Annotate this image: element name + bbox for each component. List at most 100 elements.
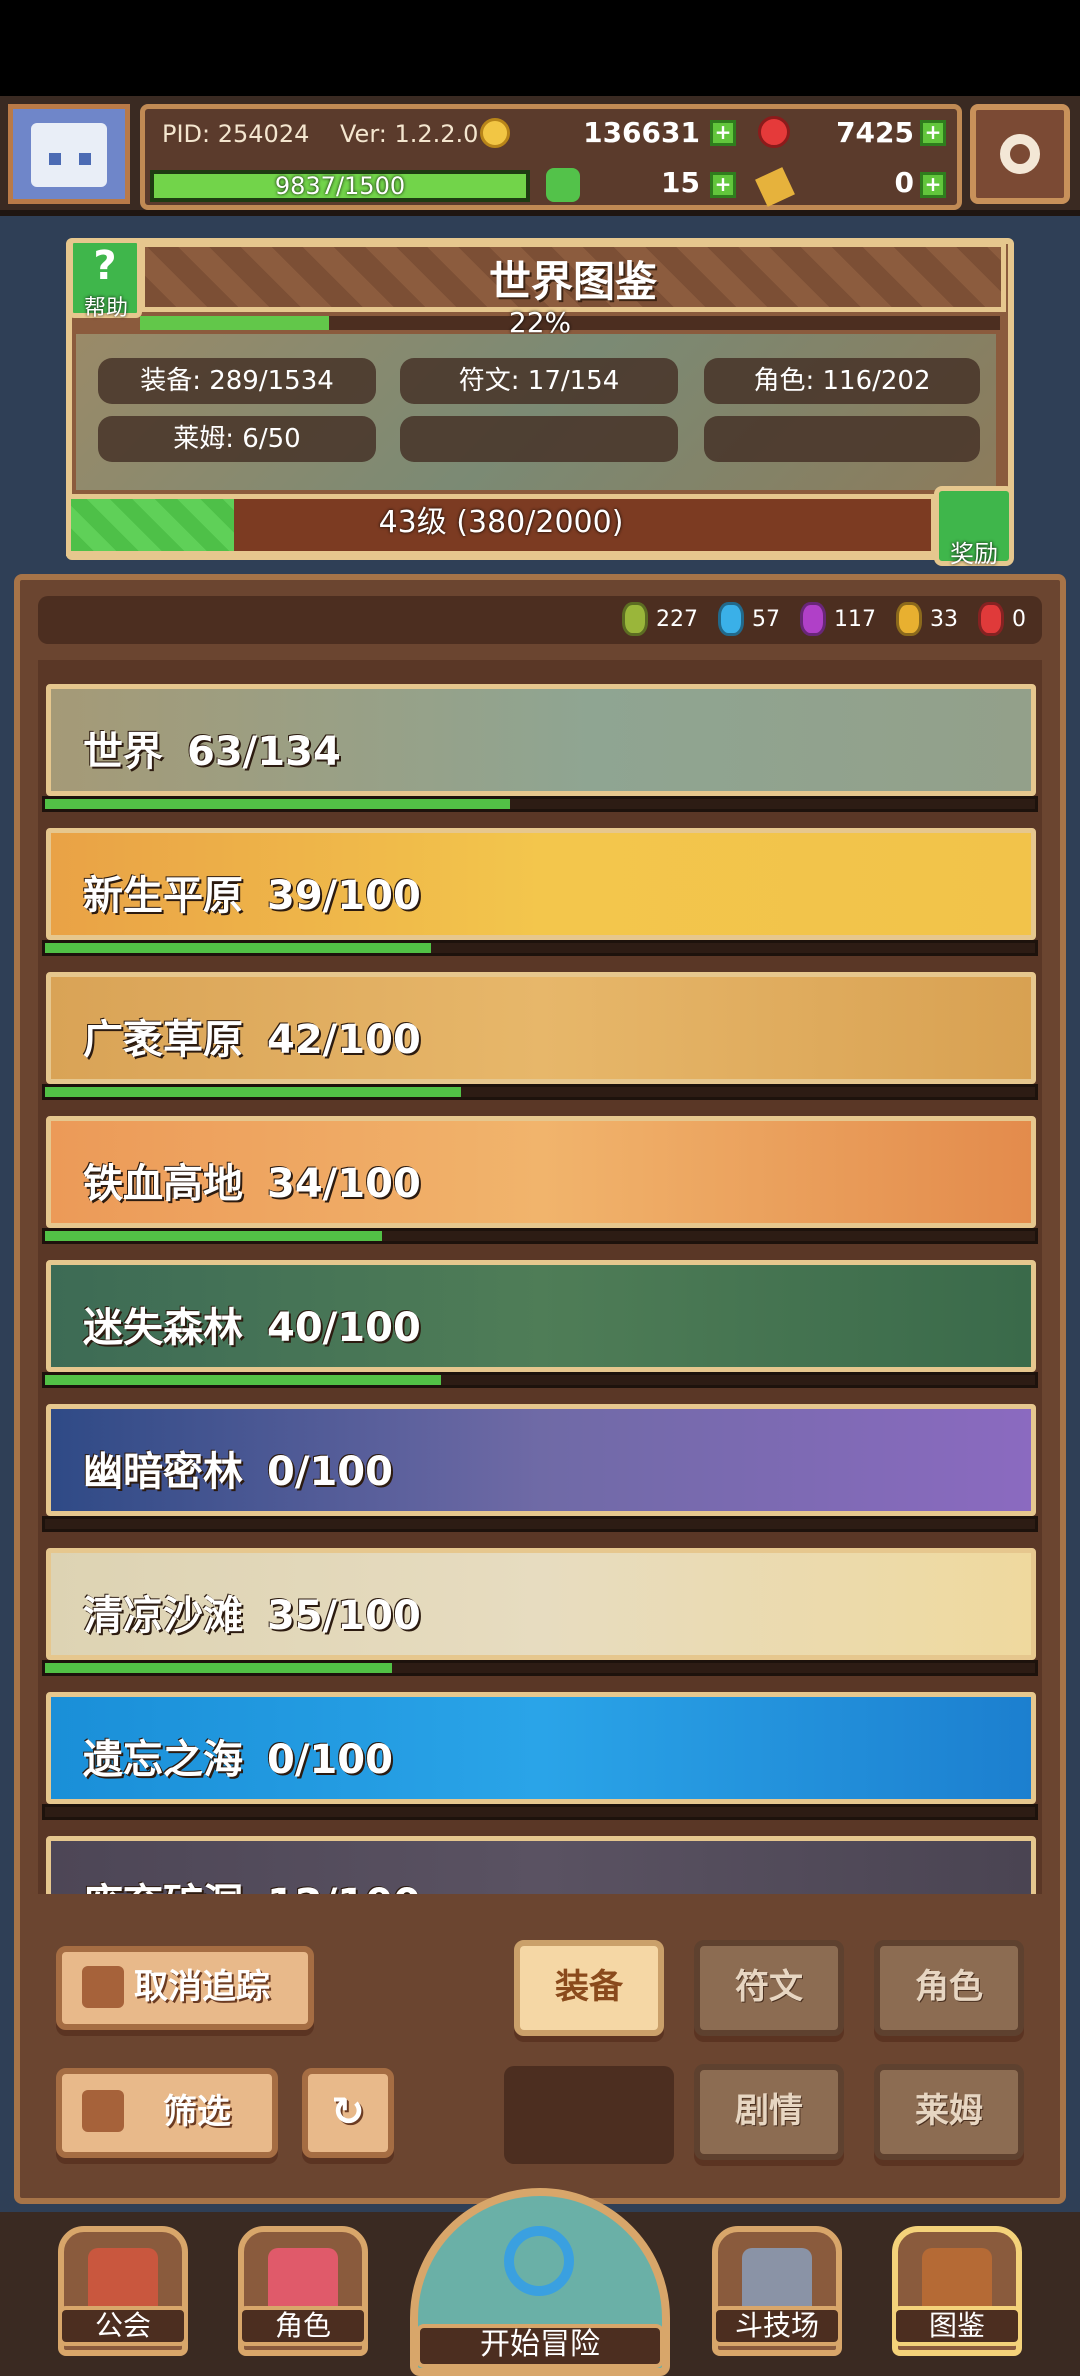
region-card[interactable]: 新生平原 39/100 xyxy=(46,828,1036,940)
region-name: 世界 xyxy=(83,729,163,775)
clover-icon xyxy=(546,168,580,202)
gem-item: 33 xyxy=(896,602,958,636)
filter-button[interactable]: 筛选 xyxy=(56,2068,278,2158)
tab-rune[interactable]: 符文 xyxy=(694,1940,844,2036)
untrack-button[interactable]: 取消追踪 xyxy=(56,1946,314,2030)
gem-row: 227 57 117 33 0 xyxy=(622,602,1026,636)
page-title: 世界图鉴 xyxy=(488,257,657,306)
region-name: 迷失森林 xyxy=(83,1305,243,1351)
gem-count: 0 xyxy=(1012,606,1026,632)
stat-slime: 莱姆: 6/50 xyxy=(98,416,376,462)
region-count: 40/100 xyxy=(267,1305,421,1351)
region-count: 12/100 xyxy=(267,1881,421,1894)
avatar-eye-icon xyxy=(49,153,61,165)
region-label: 幽暗密林 0/100 xyxy=(83,1439,393,1497)
region-name: 新生平原 xyxy=(83,873,243,919)
region-list[interactable]: 世界 63/134 新生平原 39/100 广袤草原 42/100 铁血高地 34/100 迷失… xyxy=(38,660,1042,1894)
region-label: 铁血高地 34/100 xyxy=(83,1151,421,1209)
region-progress-fill xyxy=(45,1663,392,1673)
region-card[interactable]: 世界 63/134 xyxy=(46,684,1036,796)
pid-text: PID: 254024 xyxy=(162,120,310,148)
start-adventure-label: 开始冒险 xyxy=(416,2324,664,2368)
region-progress-bar xyxy=(42,796,1038,812)
settings-button[interactable] xyxy=(970,104,1070,204)
add-coin-button[interactable]: + xyxy=(710,120,736,146)
nav-guild-label: 公会 xyxy=(58,2306,188,2346)
region-progress-bar xyxy=(42,1228,1038,1244)
region-progress-fill xyxy=(45,943,432,953)
gem-count: 57 xyxy=(752,606,780,632)
region-count: 39/100 xyxy=(267,873,421,919)
tab-slime[interactable]: 莱姆 xyxy=(874,2064,1024,2160)
region-name: 清凉沙滩 xyxy=(83,1593,243,1639)
region-label: 新生平原 39/100 xyxy=(83,863,421,921)
gem-item: 57 xyxy=(718,602,780,636)
region-label: 广袤草原 42/100 xyxy=(83,1007,421,1065)
region-card[interactable]: 遗忘之海 0/100 xyxy=(46,1692,1036,1804)
region-progress-fill xyxy=(45,1087,461,1097)
nav-guild[interactable]: 公会 xyxy=(58,2226,188,2356)
add-ruby-button[interactable]: + xyxy=(920,120,946,146)
gem-bar: 227 57 117 33 0 xyxy=(38,596,1042,644)
region-label: 清凉沙滩 35/100 xyxy=(83,1583,421,1641)
gem-count: 227 xyxy=(656,606,698,632)
region-progress-fill xyxy=(45,799,511,809)
region-name: 幽暗密林 xyxy=(83,1449,243,1495)
stat-empty xyxy=(400,416,678,462)
stat-role: 角色: 116/202 xyxy=(704,358,980,404)
nav-codex[interactable]: 图鉴 xyxy=(892,2226,1022,2356)
avatar-eye-icon xyxy=(79,153,91,165)
tab-role[interactable]: 角色 xyxy=(874,1940,1024,2036)
region-count: 35/100 xyxy=(267,1593,421,1639)
reward-label: 奖励 xyxy=(950,540,998,568)
region-label: 废弃矿洞 12/100 xyxy=(83,1871,421,1894)
region-progress-bar xyxy=(42,1372,1038,1388)
region-card[interactable]: 迷失森林 40/100 xyxy=(46,1260,1036,1372)
nav-codex-label: 图鉴 xyxy=(892,2306,1022,2346)
status-bar xyxy=(0,0,1080,96)
region-label: 迷失森林 40/100 xyxy=(83,1295,421,1353)
region-progress-fill xyxy=(45,1231,382,1241)
gem-item: 117 xyxy=(800,602,876,636)
region-name: 废弃矿洞 xyxy=(83,1881,243,1894)
gem-item: 227 xyxy=(622,602,698,636)
player-avatar[interactable] xyxy=(8,104,130,204)
nav-character[interactable]: 角色 xyxy=(238,2226,368,2356)
add-clover-button[interactable]: + xyxy=(710,172,736,198)
coin-count: 136631 xyxy=(583,116,700,149)
region-card[interactable]: 清凉沙滩 35/100 xyxy=(46,1548,1036,1660)
clover-count: 15 xyxy=(661,166,700,199)
region-count: 0/100 xyxy=(267,1737,393,1783)
level-text: 43级 (380/2000) xyxy=(378,505,624,540)
region-name: 遗忘之海 xyxy=(83,1737,243,1783)
region-name: 铁血高地 xyxy=(83,1161,243,1207)
nav-character-label: 角色 xyxy=(238,2306,368,2346)
region-progress-fill xyxy=(45,1375,441,1385)
ruby-count: 7425 xyxy=(836,116,914,149)
region-card[interactable]: 广袤草原 42/100 xyxy=(46,972,1036,1084)
stat-empty xyxy=(704,416,980,462)
region-card[interactable]: 铁血高地 34/100 xyxy=(46,1116,1036,1228)
blue-gem-icon xyxy=(718,602,744,636)
region-card[interactable]: 幽暗密林 0/100 xyxy=(46,1404,1036,1516)
green-gem-icon xyxy=(622,602,648,636)
add-ticket-button[interactable]: + xyxy=(920,172,946,198)
untrack-label: 取消追踪 xyxy=(134,1967,270,2007)
refresh-button[interactable]: ↻ xyxy=(302,2068,394,2158)
gem-item: 0 xyxy=(978,602,1026,636)
nav-arena[interactable]: 斗技场 xyxy=(712,2226,842,2356)
gem-count: 33 xyxy=(930,606,958,632)
question-icon: ? xyxy=(93,243,117,289)
tab-story[interactable]: 剧情 xyxy=(694,2064,844,2160)
help-label: 帮助 xyxy=(83,296,128,321)
region-card[interactable]: 废弃矿洞 12/100 xyxy=(46,1836,1036,1894)
region-count: 42/100 xyxy=(267,1017,421,1063)
region-name: 广袤草原 xyxy=(83,1017,243,1063)
tab-equip[interactable]: 装备 xyxy=(514,1940,664,2036)
region-count: 63/134 xyxy=(187,729,341,775)
grid-icon xyxy=(82,2090,124,2132)
yellow-gem-icon xyxy=(896,602,922,636)
purple-gem-icon xyxy=(800,602,826,636)
exp-text: 9837/1500 xyxy=(274,172,406,200)
region-progress-bar xyxy=(42,1660,1038,1676)
